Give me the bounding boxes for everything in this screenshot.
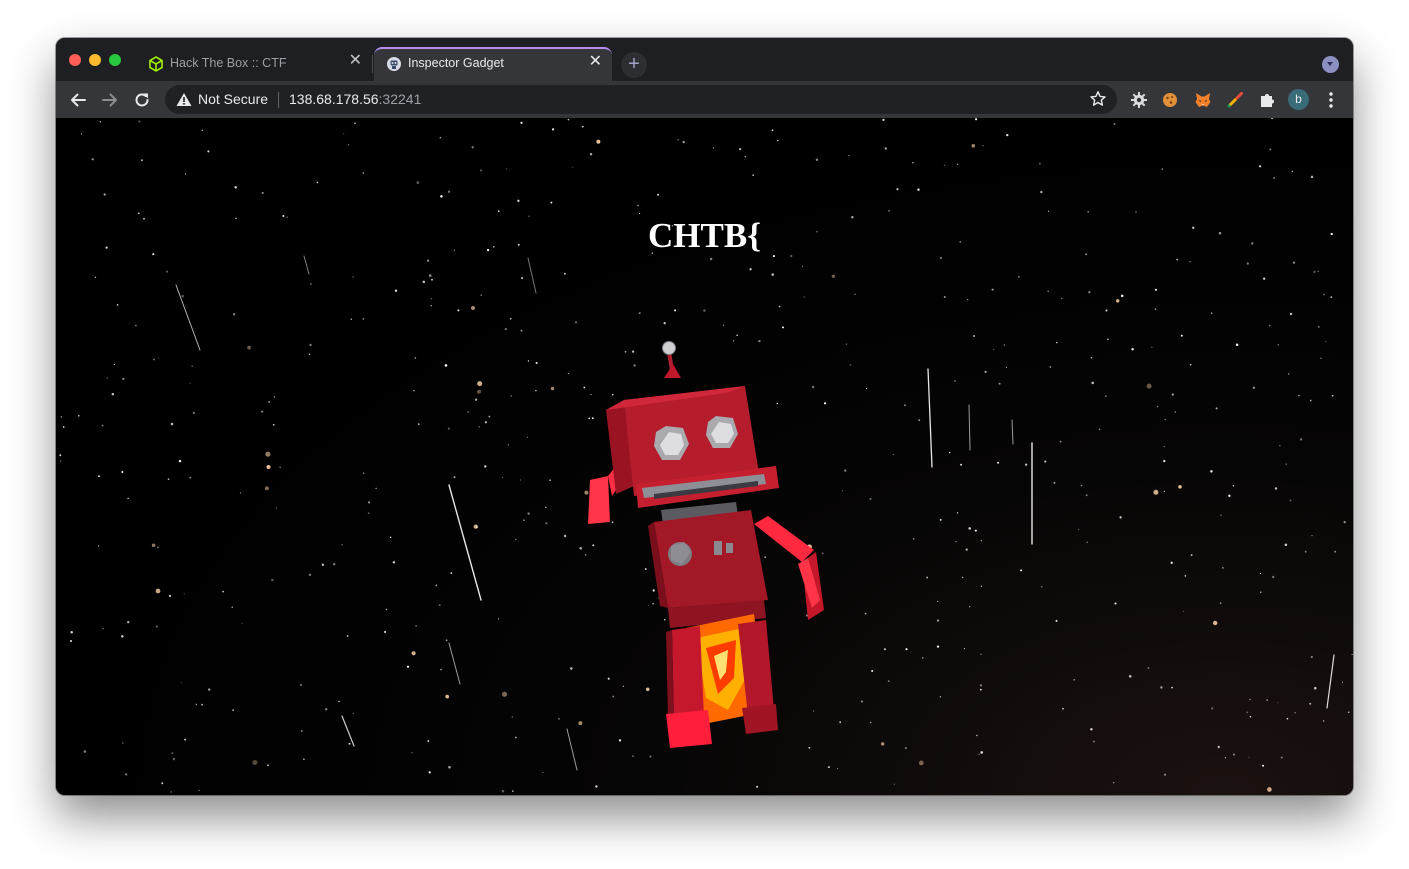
minimize-window-button[interactable]: [89, 54, 101, 66]
rocket-extension-icon[interactable]: [1226, 91, 1244, 109]
metamask-fox-icon[interactable]: [1194, 91, 1212, 109]
puzzle-extensions-icon[interactable]: [1258, 91, 1276, 109]
tab-inspector-gadget[interactable]: Inspector Gadget ✕: [374, 47, 612, 81]
page-viewport: CHTB{: [56, 118, 1353, 795]
flying-robot-illustration: [588, 341, 824, 748]
tab-title: Hack The Box :: CTF: [170, 56, 287, 70]
flag-heading: CHTB{: [648, 216, 761, 255]
browser-toolbar: Not Secure 138.68.178.56:32241 b: [56, 81, 1353, 118]
tab-close-button[interactable]: ✕: [349, 53, 362, 69]
new-tab-button[interactable]: +: [621, 52, 647, 78]
hackthebox-cube-icon: [149, 56, 163, 72]
url-host: 138.68.178.56: [289, 91, 379, 107]
robot-favicon-icon: [387, 57, 401, 71]
kebab-menu-icon[interactable]: [1326, 90, 1336, 110]
close-window-button[interactable]: [69, 54, 81, 66]
url-text[interactable]: 138.68.178.56:32241: [289, 91, 421, 107]
warning-triangle-icon[interactable]: [176, 92, 192, 107]
tab-strip: Hack The Box :: CTF ✕ Inspector Gadget ✕…: [56, 38, 1353, 81]
zoom-window-button[interactable]: [109, 54, 121, 66]
tab-search-button[interactable]: [1322, 56, 1339, 73]
tab-separator: [372, 55, 373, 73]
reload-icon[interactable]: [132, 90, 152, 110]
address-divider: [278, 92, 279, 108]
bookmark-star-icon[interactable]: [1089, 90, 1107, 108]
tab-hack-the-box[interactable]: Hack The Box :: CTF ✕: [136, 47, 372, 81]
browser-window: Hack The Box :: CTF ✕ Inspector Gadget ✕…: [56, 38, 1353, 795]
address-bar[interactable]: Not Secure 138.68.178.56:32241: [165, 85, 1117, 114]
url-port: :32241: [378, 91, 422, 107]
profile-avatar[interactable]: b: [1288, 89, 1309, 110]
tab-close-button[interactable]: ✕: [589, 54, 602, 70]
tab-title: Inspector Gadget: [408, 56, 504, 70]
gear-extension-icon[interactable]: [1130, 91, 1148, 109]
cookie-extension-icon[interactable]: [1161, 91, 1179, 109]
security-status-label[interactable]: Not Secure: [198, 91, 268, 107]
back-arrow-icon[interactable]: [68, 90, 88, 110]
forward-arrow-icon[interactable]: [100, 90, 120, 110]
